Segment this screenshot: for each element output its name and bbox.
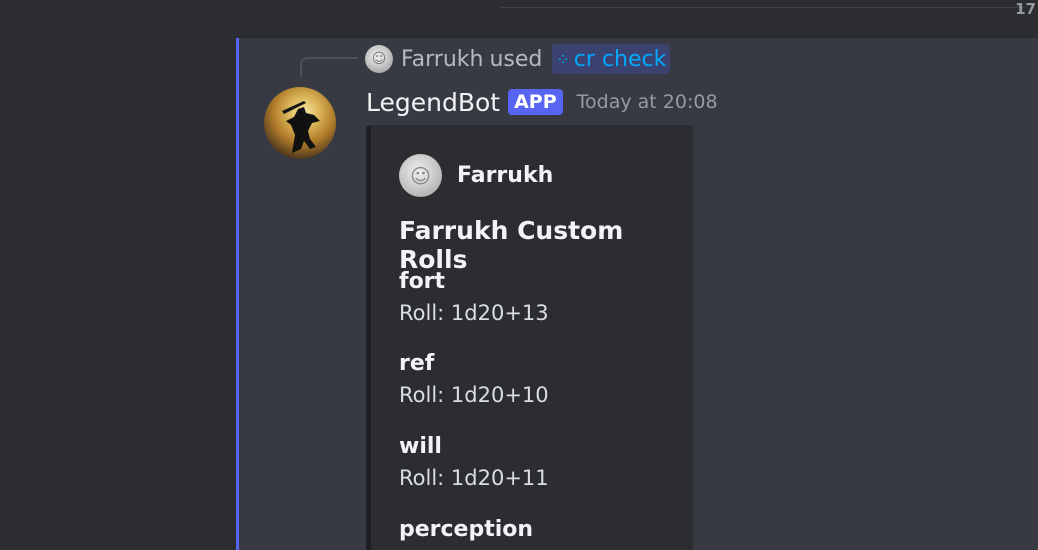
- left-sidebar: [0, 0, 236, 550]
- bot-username[interactable]: LegendBot: [366, 88, 500, 117]
- field-name: ref: [399, 351, 435, 376]
- embed-field: fort Roll: 1d20+13: [399, 268, 549, 330]
- reply-connector: [300, 57, 358, 77]
- bot-avatar[interactable]: [264, 87, 336, 159]
- field-value: Roll: 1d20+10: [399, 383, 549, 407]
- command-label: cr check: [573, 46, 667, 72]
- field-name: will: [399, 434, 442, 459]
- field-value: Roll: 1d20+13: [399, 301, 549, 325]
- reply-username[interactable]: Farrukh: [401, 47, 483, 72]
- field-value: Roll: 1d20+11: [399, 466, 549, 490]
- slash-command-icon: ⁘: [556, 49, 569, 69]
- embed-author-name: Farrukh: [457, 163, 554, 188]
- embed-author-avatar: ☺: [399, 154, 442, 197]
- embed-author: ☺ Farrukh: [399, 154, 553, 197]
- rich-embed: ☺ Farrukh Farrukh Custom Rolls fort Roll…: [366, 125, 693, 550]
- message-header: LegendBot APP Today at 20:08: [366, 86, 718, 118]
- reply-verb: used: [489, 46, 543, 72]
- field-name: fort: [399, 269, 446, 294]
- silhouette-icon: [282, 101, 320, 153]
- field-name: perception: [399, 517, 534, 542]
- reply-user-avatar[interactable]: ☺: [365, 45, 393, 73]
- message-timestamp[interactable]: Today at 20:08: [577, 91, 718, 113]
- embed-field: will Roll: 1d20+11: [399, 433, 549, 495]
- reply-context[interactable]: ☺ Farrukh used ⁘ cr check: [365, 44, 671, 74]
- top-counter: 17: [1015, 0, 1036, 18]
- embed-title: Farrukh Custom Rolls: [399, 216, 624, 274]
- slash-command-link[interactable]: ⁘ cr check: [552, 44, 671, 74]
- embed-field: ref Roll: 1d20+10: [399, 350, 549, 412]
- divider: [500, 7, 1024, 8]
- previous-message-area: 17: [236, 0, 1038, 38]
- embed-field: perception: [399, 516, 533, 544]
- app-badge: APP: [508, 89, 563, 115]
